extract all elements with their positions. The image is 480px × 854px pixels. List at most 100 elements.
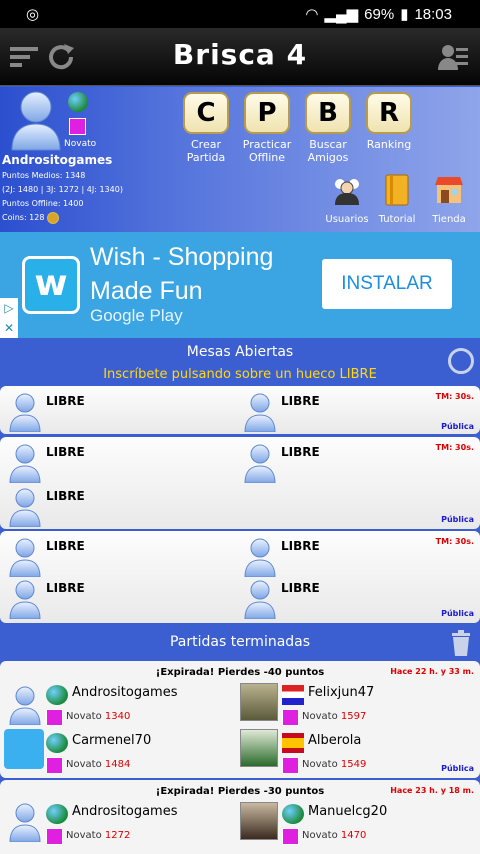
- player-rank: Novato 1549: [302, 759, 367, 770]
- refresh-mesas-icon[interactable]: [448, 348, 474, 374]
- user-placeholder-icon: [9, 803, 41, 842]
- user-list-icon[interactable]: [436, 40, 470, 74]
- wish-logo-icon: w: [22, 256, 80, 314]
- buscar-label-2: Amigos: [307, 151, 349, 164]
- user-placeholder-icon: [9, 488, 41, 527]
- ad-headline: Wish - Shopping Made Fun: [90, 243, 274, 305]
- users-icon: [335, 179, 359, 205]
- rank-badge-icon: [46, 709, 63, 726]
- battery-icon: ▮: [400, 6, 409, 23]
- player-photo: [240, 683, 278, 721]
- crear-key-icon: C: [183, 92, 229, 134]
- player-name: Manuelcg20: [308, 804, 388, 819]
- signal-icon: ▂▄▆: [324, 6, 359, 23]
- stats-average: Puntos Medios: 1348: [2, 171, 86, 180]
- player-name: Andrositogames: [72, 685, 178, 700]
- free-seat[interactable]: LIBRE: [8, 443, 85, 483]
- book-icon: [385, 174, 409, 206]
- buscar-key-icon: B: [305, 92, 351, 134]
- free-seat[interactable]: LIBRE: [243, 392, 320, 432]
- rank-badge-icon: [69, 118, 86, 135]
- user-placeholder-icon: [9, 538, 41, 577]
- mesas-subtitle: Inscríbete pulsando sobre un hueco LIBRE: [103, 367, 377, 382]
- player-rank: Novato 1340: [66, 711, 131, 722]
- usuarios-button[interactable]: Usuarios: [322, 173, 372, 225]
- open-table-card: LIBRE LIBRE TM: 30s. Pública: [0, 386, 480, 434]
- user-placeholder-icon: [244, 580, 276, 619]
- seat-label: LIBRE: [281, 445, 320, 459]
- player-photo: [240, 802, 278, 840]
- seat-label: LIBRE: [46, 394, 85, 408]
- tienda-label: Tienda: [432, 214, 466, 225]
- free-seat[interactable]: LIBRE: [243, 443, 320, 483]
- public-badge: Pública: [441, 422, 474, 431]
- practicar-key-icon: P: [244, 92, 290, 134]
- globe-flag-icon: [46, 804, 68, 824]
- rank-badge-icon: [282, 709, 299, 726]
- seat-label: LIBRE: [281, 581, 320, 595]
- ranking-key-icon: R: [366, 92, 412, 134]
- rank-badge-icon: [46, 828, 63, 845]
- seat-label: LIBRE: [46, 489, 85, 503]
- user-placeholder-icon: [9, 444, 41, 483]
- buscar-amigos-button[interactable]: B Buscar Amigos: [301, 92, 355, 164]
- seat-label: LIBRE: [281, 539, 320, 553]
- app-title: Brisca 4: [172, 38, 308, 71]
- player-rank: Novato 1597: [302, 711, 367, 722]
- finished-game-card[interactable]: ¡Expirada! Pierdes -30 puntos Hace 23 h.…: [0, 780, 480, 854]
- crear-partida-button[interactable]: C Crear Partida: [179, 92, 233, 164]
- title-bar: Brisca 4: [0, 28, 480, 86]
- free-seat[interactable]: LIBRE: [8, 579, 85, 619]
- puerto-rico-flag-icon: [282, 685, 304, 705]
- user-placeholder-icon: [244, 393, 276, 432]
- player-photo: [240, 729, 278, 767]
- free-seat[interactable]: LIBRE: [8, 487, 85, 527]
- globe-flag-icon: [68, 92, 88, 112]
- buscar-label-1: Buscar: [309, 138, 347, 151]
- user-placeholder-icon: [9, 393, 41, 432]
- coin-icon: [47, 211, 59, 224]
- tutorial-button[interactable]: Tutorial: [372, 173, 422, 225]
- crear-label-2: Partida: [186, 151, 226, 164]
- rank-badge-icon: [282, 757, 299, 774]
- free-seat[interactable]: LIBRE: [243, 537, 320, 577]
- public-badge: Pública: [441, 515, 474, 524]
- player-rank: Novato 1470: [302, 830, 367, 841]
- rank-badge-icon: [46, 757, 63, 774]
- install-button[interactable]: INSTALAR: [322, 259, 452, 309]
- avatar[interactable]: [10, 90, 62, 152]
- spain-flag-icon: [282, 733, 304, 753]
- practicar-offline-button[interactable]: P Practicar Offline: [240, 92, 294, 164]
- clock: 18:03: [414, 5, 452, 23]
- open-table-card: LIBRE LIBRE LIBRE TM: 30s. Pública: [0, 437, 480, 529]
- player-name: Alberola: [308, 733, 362, 748]
- ad-banner[interactable]: w Wish - Shopping Made Fun Google Play I…: [0, 232, 480, 338]
- shop-icon: [435, 177, 463, 203]
- seat-label: LIBRE: [46, 445, 85, 459]
- free-seat[interactable]: LIBRE: [8, 537, 85, 577]
- player-photo: [4, 729, 44, 769]
- player-name: Felixjun47: [308, 685, 375, 700]
- coins-text: Coins: 128: [2, 213, 45, 222]
- trash-icon[interactable]: [450, 630, 472, 656]
- free-seat[interactable]: LIBRE: [8, 392, 85, 432]
- wifi-icon: ◠: [305, 6, 319, 23]
- status-bar: ◎ ◠ ▂▄▆ 69% ▮ 18:03: [0, 0, 480, 28]
- player-name: Carmenel70: [72, 733, 152, 748]
- time-limit: TM: 30s.: [435, 537, 474, 546]
- adchoices-icon[interactable]: ▷ ✕: [0, 298, 18, 338]
- stats-breakdown: (2J: 1480 | 3J: 1272 | 4J: 1340): [2, 185, 123, 194]
- finished-game-card[interactable]: ¡Expirada! Pierdes -40 puntos Hace 22 h.…: [0, 661, 480, 778]
- user-placeholder-icon: [244, 444, 276, 483]
- free-seat[interactable]: LIBRE: [243, 579, 320, 619]
- ranking-button[interactable]: R Ranking: [362, 92, 416, 151]
- mesas-title: Mesas Abiertas: [186, 344, 294, 360]
- ranking-label: Ranking: [366, 138, 412, 151]
- time-limit: TM: 30s.: [435, 392, 474, 401]
- tienda-button[interactable]: Tienda: [424, 173, 474, 225]
- terminadas-title: Partidas terminadas: [169, 634, 311, 650]
- ad-store: Google Play: [90, 306, 183, 325]
- username: Andrositogames: [2, 153, 113, 167]
- player-name: Andrositogames: [72, 804, 178, 819]
- battery-text: 69%: [364, 5, 395, 23]
